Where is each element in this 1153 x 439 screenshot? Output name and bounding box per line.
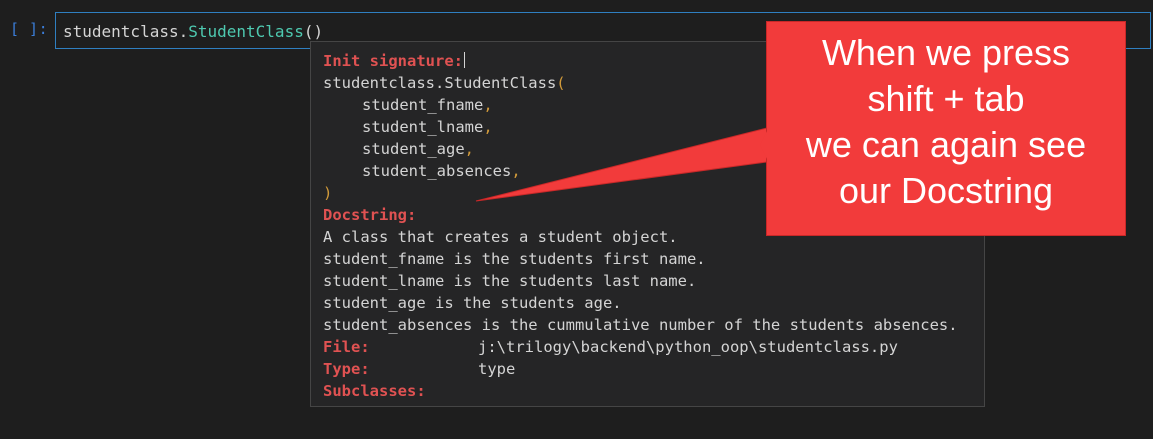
init-signature-heading: Init signature: — [323, 51, 465, 71]
callout-line: When we press — [821, 32, 1071, 73]
docstring-heading: Docstring: — [323, 206, 417, 224]
text-cursor — [463, 52, 465, 68]
docstring-line: student_age is the students age. — [323, 294, 622, 312]
param-comma: , — [483, 118, 493, 136]
type-label: Type: — [323, 360, 370, 378]
signature-close-paren: ) — [323, 184, 333, 202]
code-module-name: studentclass — [63, 22, 179, 41]
param-comma: , — [464, 140, 474, 158]
code-parens: () — [303, 22, 324, 41]
param-comma: , — [511, 162, 521, 180]
signature-name: studentclass.StudentClass — [323, 74, 557, 92]
subclasses-heading: Subclasses: — [323, 382, 426, 400]
callout-line: our Docstring — [838, 170, 1054, 211]
init-signature-label: Init signature: — [323, 52, 463, 70]
param-name: student_lname — [362, 118, 484, 136]
signature-param: student_absences, — [323, 161, 521, 181]
signature-param: student_fname, — [323, 95, 493, 115]
signature-param: student_age, — [323, 139, 474, 159]
file-row: File: j:\trilogy\backend\python_oop\stude… — [323, 337, 973, 357]
code-line[interactable]: studentclass.StudentClass() — [63, 22, 323, 41]
signature-param: student_lname, — [323, 117, 493, 137]
docstring-line: student_absences is the cummulative numb… — [323, 316, 958, 334]
signature-line: studentclass.StudentClass( — [323, 73, 566, 93]
file-path-value: j:\trilogy\backend\python_oop\studentcla… — [478, 338, 898, 356]
signature-open-paren: ( — [556, 74, 566, 92]
callout-text: When we press shift + tab we can again s… — [766, 30, 1126, 214]
code-class-name: StudentClass — [188, 22, 304, 41]
type-value: type — [478, 360, 516, 378]
cell-prompt: [ ]: — [10, 20, 49, 38]
docstring-line: A class that creates a student object. — [323, 228, 678, 246]
param-comma: , — [483, 96, 493, 114]
code-dot: . — [178, 22, 189, 41]
callout-line: shift + tab — [867, 78, 1025, 119]
param-name: student_fname — [362, 96, 484, 114]
docstring-line: student_fname is the students first name… — [323, 250, 706, 268]
type-row: Type: type — [323, 359, 973, 379]
param-name: student_absences — [362, 162, 512, 180]
callout-line: we can again see — [805, 124, 1087, 165]
file-label: File: — [323, 338, 370, 356]
signature-close-line: ) — [323, 183, 332, 203]
param-name: student_age — [362, 140, 465, 158]
docstring-line: student_lname is the students last name. — [323, 272, 697, 290]
